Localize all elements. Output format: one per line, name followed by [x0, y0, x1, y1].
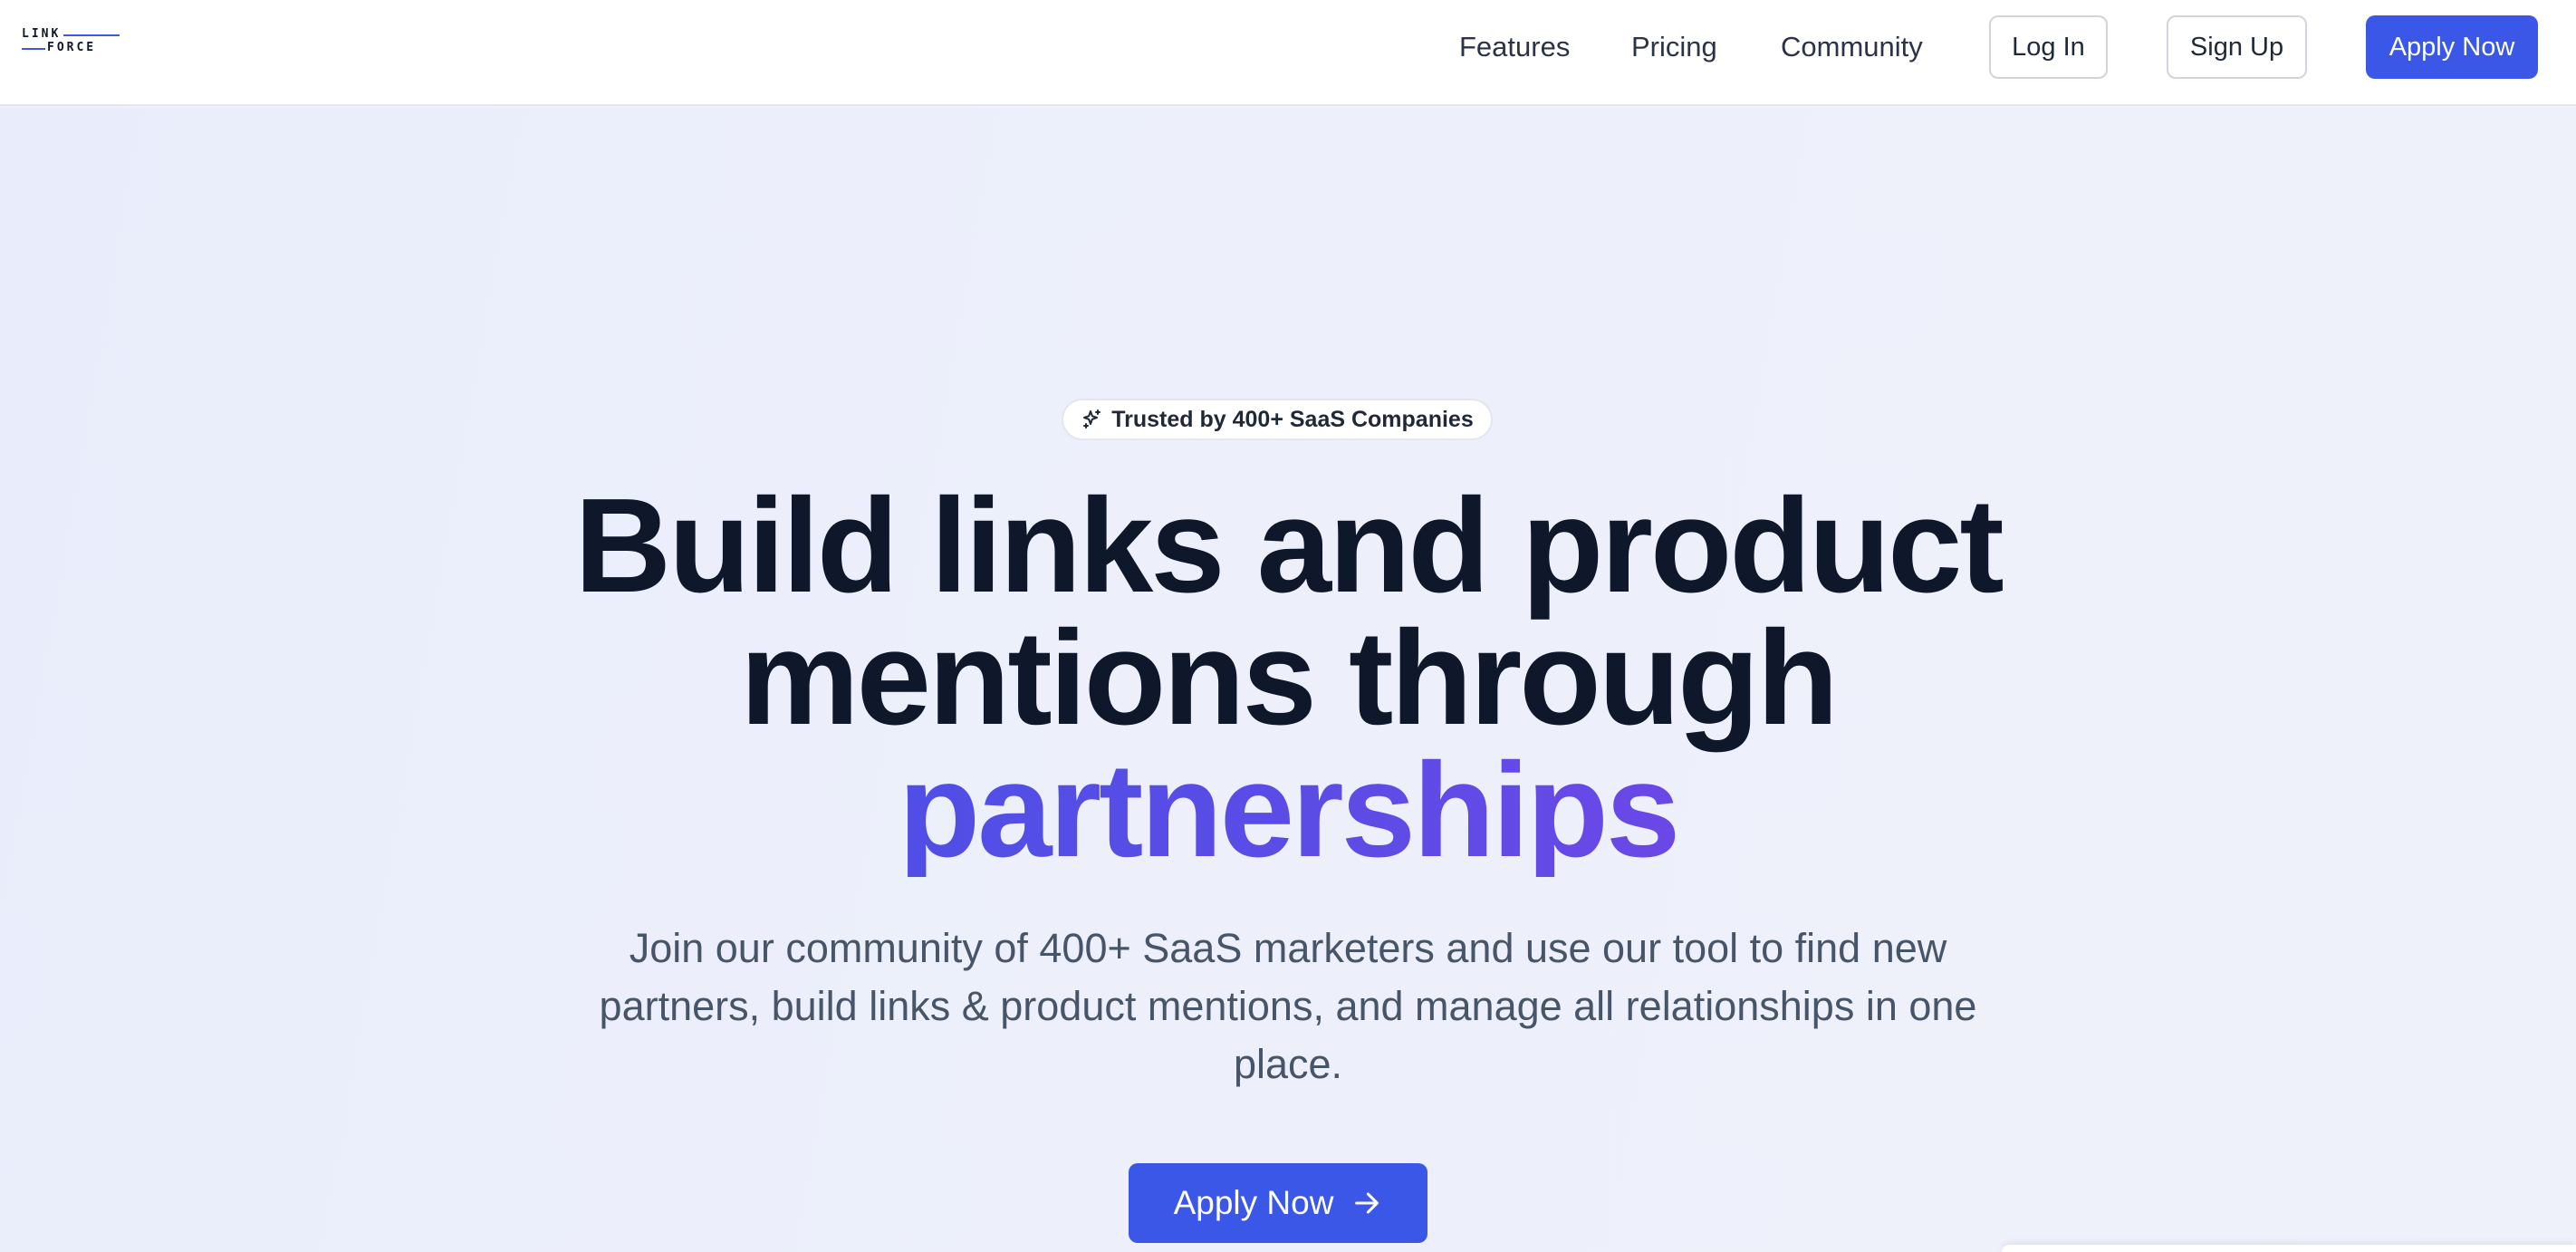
hero-subtext: Join our community of 400+ SaaS marketer…	[599, 925, 1977, 1087]
sign-up-button[interactable]: Sign Up	[2167, 15, 2307, 79]
logo-text-line2: FORCE	[47, 41, 97, 54]
logo-text-line1: LINK	[22, 27, 62, 41]
floating-widget-edge	[2002, 1245, 2576, 1252]
top-navigation-bar: LINK FORCE Features Pricing Community Lo…	[0, 0, 2576, 106]
headline-accent: partnerships	[0, 744, 2576, 878]
landing-page: LINK FORCE Features Pricing Community Lo…	[0, 0, 2576, 1252]
hero-headline: Build links and product mentions through…	[0, 471, 2576, 878]
nav-link-features[interactable]: Features	[1459, 27, 1570, 67]
trust-badge-text: Trusted by 400+ SaaS Companies	[1111, 406, 1474, 432]
sparkles-icon	[1083, 409, 1101, 429]
apply-now-hero-label: Apply Now	[1173, 1184, 1334, 1221]
trust-badge: Trusted by 400+ SaaS Companies	[1062, 399, 1493, 440]
nav-link-community[interactable]: Community	[1781, 27, 1923, 67]
nav-link-pricing[interactable]: Pricing	[1631, 27, 1717, 67]
arrow-right-icon	[1355, 1192, 1379, 1214]
logo-rule	[63, 34, 120, 36]
headline-line-1: Build links and product	[574, 471, 2004, 621]
apply-now-header-button[interactable]: Apply Now	[2366, 15, 2538, 79]
log-in-button[interactable]: Log In	[1989, 15, 2108, 79]
headline-line-2: mentions through	[740, 603, 1839, 753]
apply-now-hero-button[interactable]: Apply Now	[1129, 1163, 1427, 1243]
logo-rule	[22, 48, 45, 50]
linkforce-logo[interactable]: LINK FORCE	[20, 25, 120, 56]
